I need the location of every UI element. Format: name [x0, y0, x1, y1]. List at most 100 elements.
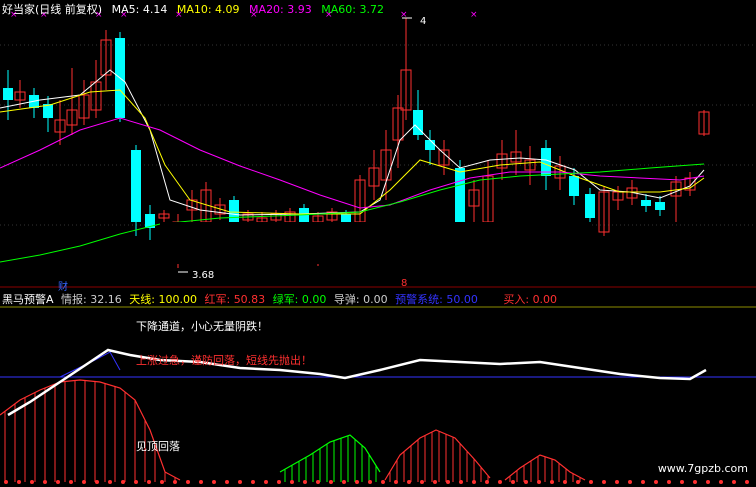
baseline-dot	[511, 480, 515, 484]
intel-line	[7, 348, 707, 417]
baseline-dot	[407, 480, 411, 484]
field-label: 预警系统:	[395, 293, 443, 306]
price-chart-canvas[interactable]: × × × × × × × × ×	[0, 0, 756, 290]
baseline-dot	[173, 480, 177, 484]
baseline-dot	[69, 480, 73, 484]
ma20-readout: MA20: 3.93	[249, 3, 312, 16]
down-channel-message: 下降通道，小心无量阴跌！	[136, 320, 268, 333]
field-value: 0.00	[301, 293, 327, 306]
baseline-dot	[433, 480, 437, 484]
baseline-dot	[368, 480, 372, 484]
baseline-dot	[667, 480, 671, 484]
field-value: 50.83	[233, 293, 266, 306]
field-value: 100.00	[158, 293, 197, 306]
baseline-dot	[17, 480, 21, 484]
ma5-readout: MA5: 4.14	[112, 3, 168, 16]
baseline-dot	[355, 480, 359, 484]
baseline-dot	[121, 480, 125, 484]
baseline-dot	[576, 480, 580, 484]
indicator-name: 黑马预警A	[2, 293, 54, 306]
field-hongjun: 红军: 50.83	[204, 293, 265, 306]
baseline-dot	[654, 480, 658, 484]
baseline-dot	[4, 480, 8, 484]
signal-mark: ×	[470, 10, 478, 20]
high-price-marker: 4	[420, 16, 427, 27]
baseline-dot	[394, 480, 398, 484]
baseline-dot	[134, 480, 138, 484]
price-chart-panel[interactable]: × × × × × × × × × 好当家(日线 前复权) MA5: 4.14 MA10: 4.…	[0, 0, 756, 293]
baseline-dot	[550, 480, 554, 484]
candle-body	[425, 140, 435, 150]
candle-body	[229, 200, 239, 222]
field-label: 绿军:	[272, 293, 299, 306]
field-label: 导弹:	[333, 293, 360, 306]
baseline-dot	[381, 480, 385, 484]
baseline-dot	[589, 480, 593, 484]
field-value: 32.16	[90, 293, 122, 306]
field-daodan: 导弹: 0.00	[334, 293, 388, 306]
baseline-dot	[446, 480, 450, 484]
field-mairu: 买入: 0.00	[503, 293, 557, 306]
baseline-dot	[615, 480, 619, 484]
baseline-dot	[719, 480, 723, 484]
baseline-dot	[706, 480, 710, 484]
field-label: 情报:	[61, 293, 87, 306]
candle-body	[641, 200, 651, 206]
stock-title: 好当家(日线 前复权)	[2, 3, 103, 16]
ma10-line	[0, 89, 705, 215]
baseline-dot	[602, 480, 606, 484]
field-label: 红军:	[204, 293, 231, 306]
baseline-dot	[563, 480, 567, 484]
indicator-panel[interactable]: 黑马预警A 情报: 32.16 天线: 100.00 红军: 50.83 绿军:…	[0, 290, 756, 487]
baseline-dot	[680, 480, 684, 484]
baseline-dot	[95, 480, 99, 484]
baseline-dot	[732, 480, 736, 484]
baseline-dot	[342, 480, 346, 484]
baseline-dot	[251, 480, 255, 484]
baseline-dot	[147, 480, 151, 484]
field-lvjun: 绿军: 0.00	[273, 293, 327, 306]
baseline-dot	[186, 480, 190, 484]
field-label: 天线:	[129, 293, 155, 306]
candle-body	[131, 150, 141, 222]
ma20-label: MA20:	[249, 3, 284, 16]
baseline-dot	[43, 480, 47, 484]
baseline-dot	[108, 480, 112, 484]
baseline-dot	[641, 480, 645, 484]
field-value: 0.00	[363, 293, 388, 306]
ma20-line	[0, 117, 705, 209]
candle-body	[455, 168, 465, 222]
baseline-dot	[420, 480, 424, 484]
baseline-dot	[693, 480, 697, 484]
ma60-readout: MA60: 3.72	[321, 3, 384, 16]
baseline-dot	[745, 480, 749, 484]
indicator-canvas[interactable]	[0, 290, 756, 487]
low-price-marker: 3.68	[192, 270, 215, 281]
baseline-dot	[472, 480, 476, 484]
candle-body	[341, 214, 351, 222]
baseline-dot	[56, 480, 60, 484]
baseline-dot	[537, 480, 541, 484]
candle-body	[3, 88, 13, 100]
ma60-label: MA60:	[321, 3, 356, 16]
baseline-dot	[524, 480, 528, 484]
baseline-dot	[485, 480, 489, 484]
baseline-dot	[264, 480, 268, 484]
price-chart-header: 好当家(日线 前复权) MA5: 4.14 MA10: 4.09 MA20: 3…	[2, 1, 390, 17]
baseline-dot	[498, 480, 502, 484]
ma5-label: MA5:	[111, 3, 140, 16]
baseline-dot	[277, 480, 281, 484]
baseline-dot	[329, 480, 333, 484]
event-marker[interactable]: 8	[401, 278, 407, 289]
field-value: 50.00	[446, 293, 478, 306]
green-army-line	[279, 434, 381, 473]
baseline-dot	[82, 480, 86, 484]
baseline-dot	[238, 480, 242, 484]
field-qingbao: 情报: 32.16	[61, 293, 122, 306]
baseline-dot	[30, 480, 34, 484]
candle-body	[655, 202, 665, 210]
ma20-value: 3.93	[287, 3, 312, 16]
top-fall-message: 见顶回落	[136, 440, 180, 453]
baseline-dot	[459, 480, 463, 484]
ma10-label: MA10:	[176, 3, 212, 16]
